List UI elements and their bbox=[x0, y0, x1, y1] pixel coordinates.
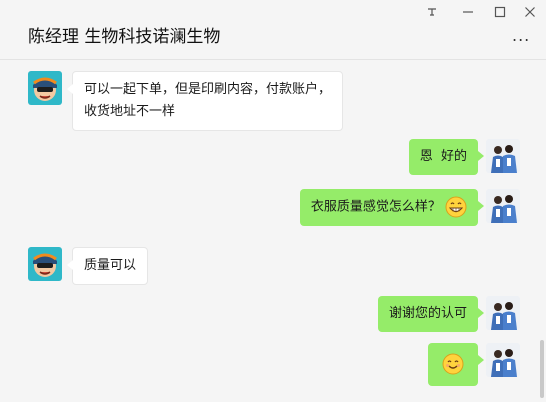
contact-avatar[interactable] bbox=[28, 247, 62, 281]
message-text: 衣服质量感觉怎么样？ bbox=[310, 199, 441, 215]
self-avatar[interactable] bbox=[486, 343, 520, 377]
message-text: 质量可以 bbox=[84, 258, 137, 273]
message-bubble-sent[interactable]: 谢谢您的认可 bbox=[377, 296, 485, 332]
smile-emoji-icon bbox=[442, 353, 464, 375]
message-bubble-sent[interactable]: 恩 好的 bbox=[408, 139, 485, 175]
message-text: 恩 好的 bbox=[419, 149, 467, 164]
self-avatar[interactable] bbox=[486, 296, 520, 330]
self-avatar[interactable] bbox=[486, 139, 520, 173]
minimize-button[interactable] bbox=[454, 2, 482, 22]
message-bubble-received[interactable]: 可以一起下单，但是印刷内容，付款账户， 收货地址不一样 bbox=[66, 71, 344, 131]
message-text-line: 收货地址不一样 bbox=[84, 104, 176, 119]
more-options-button[interactable]: ... bbox=[512, 26, 530, 45]
grin-emoji-icon bbox=[445, 196, 467, 218]
message-bubble-received[interactable]: 质量可以 bbox=[66, 247, 149, 285]
self-avatar[interactable] bbox=[486, 189, 520, 223]
chat-title: 陈经理 生物科技诺澜生物 bbox=[28, 27, 221, 47]
message-bubble-sent[interactable] bbox=[428, 343, 484, 386]
scrollbar[interactable] bbox=[540, 340, 544, 398]
message-bubble-sent[interactable]: 衣服质量感觉怎么样？ bbox=[299, 189, 485, 226]
message-text-line: 可以一起下单，但是印刷内容，付款账户， bbox=[84, 82, 332, 97]
maximize-button[interactable] bbox=[486, 2, 514, 22]
close-button[interactable] bbox=[516, 2, 544, 22]
message-list[interactable]: 可以一起下单，但是印刷内容，付款账户， 收货地址不一样 恩 好的 衣服质量感觉怎… bbox=[0, 61, 546, 402]
title-bar: 陈经理 生物科技诺澜生物 ... bbox=[0, 0, 546, 60]
message-text: 谢谢您的认可 bbox=[388, 306, 467, 321]
contact-avatar[interactable] bbox=[28, 71, 62, 105]
pin-icon[interactable] bbox=[418, 2, 446, 22]
